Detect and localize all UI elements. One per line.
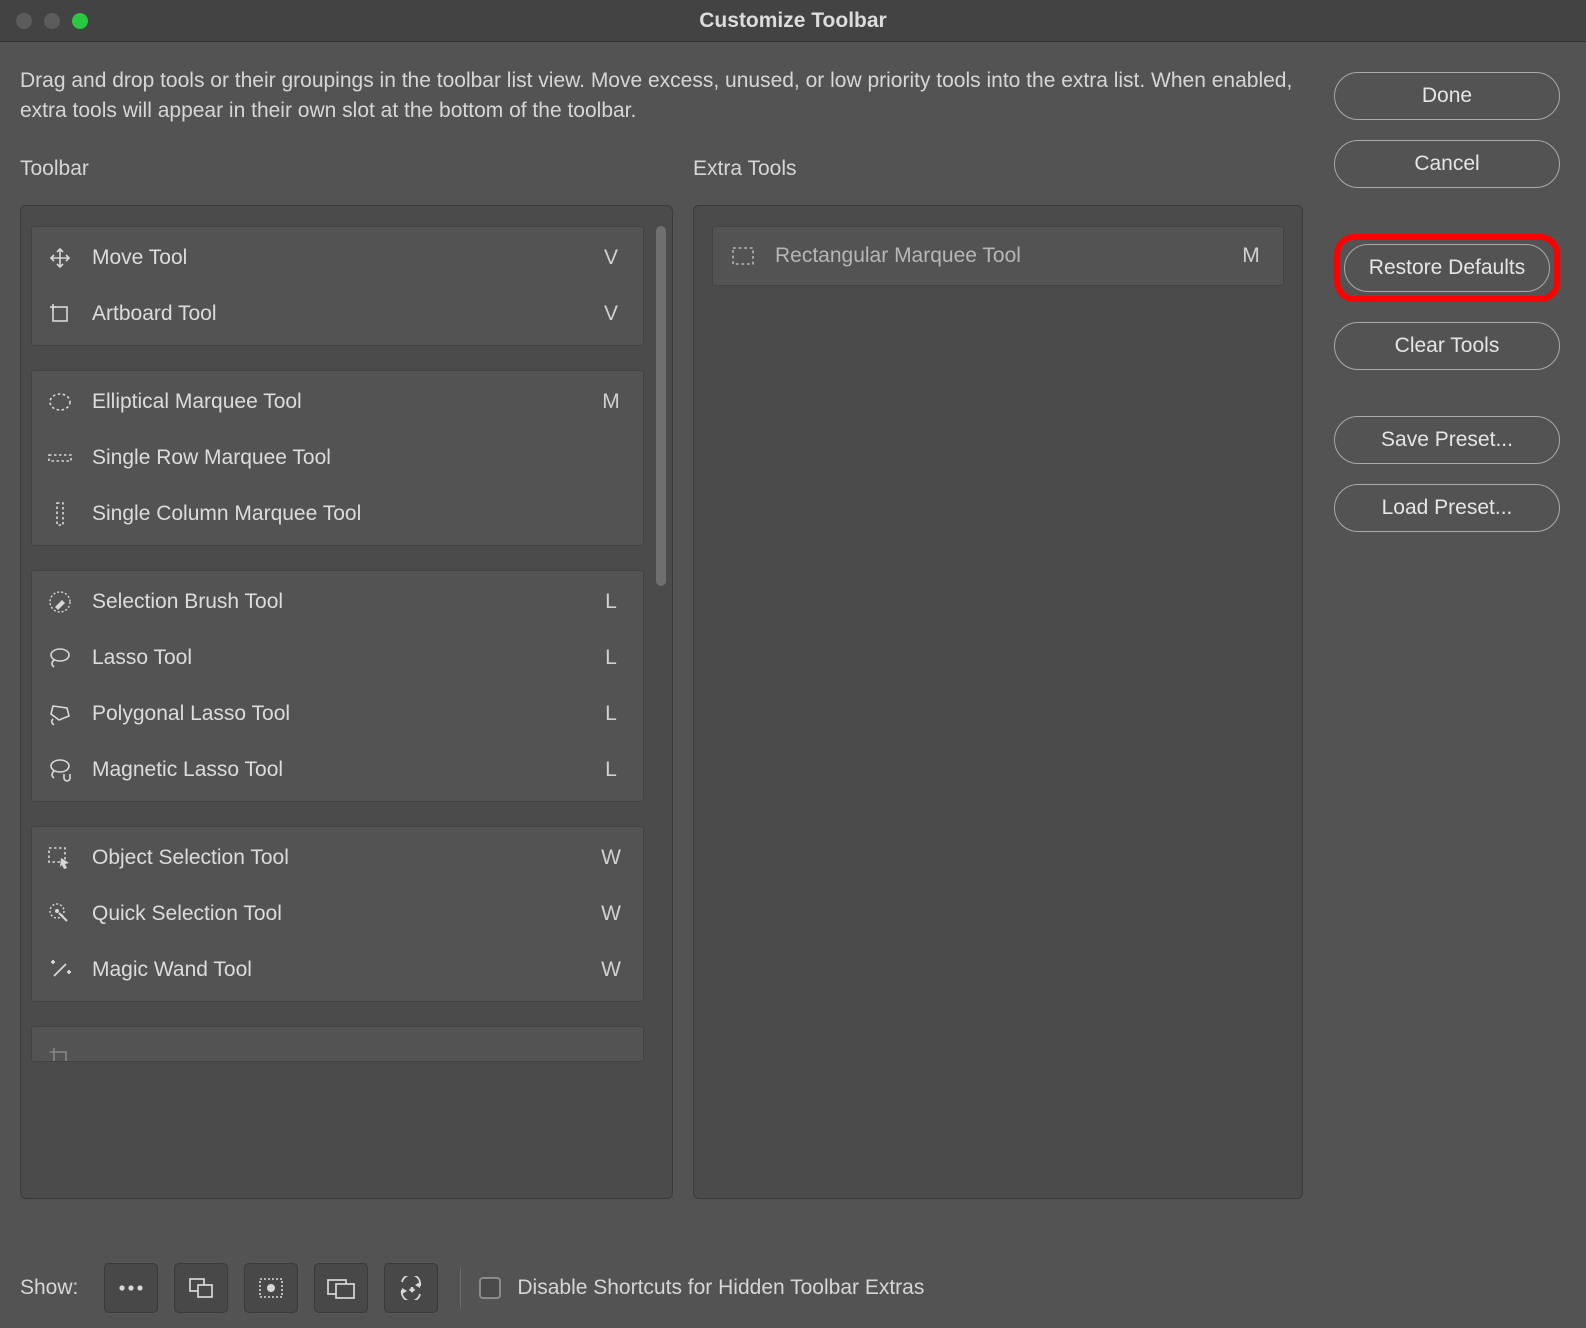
tool-shortcut: V xyxy=(597,246,625,270)
overlap-icon[interactable] xyxy=(174,1263,228,1313)
tool-shortcut: L xyxy=(597,702,625,726)
toolbar-list-scroll[interactable]: Move ToolVArtboard ToolVElliptical Marqu… xyxy=(20,205,673,1199)
tool-row[interactable]: Elliptical Marquee ToolM xyxy=(32,374,643,430)
tool-shortcut: W xyxy=(597,902,625,926)
tool-group[interactable]: Elliptical Marquee ToolM Single Row Marqu… xyxy=(31,370,644,546)
toolbar-list-inner: Move ToolVArtboard ToolVElliptical Marqu… xyxy=(31,226,644,1086)
tool-row[interactable]: Lasso ToolL xyxy=(32,630,643,686)
tool-name: Rectangular Marquee Tool xyxy=(775,244,1237,268)
window-close-button[interactable] xyxy=(16,13,32,29)
lasso-icon xyxy=(44,644,76,672)
tool-name: Selection Brush Tool xyxy=(92,590,597,614)
extra-tools-heading: Extra Tools xyxy=(693,157,1303,181)
tool-name: Polygonal Lasso Tool xyxy=(92,702,597,726)
crop-icon xyxy=(44,1044,76,1062)
tool-name: Object Selection Tool xyxy=(92,846,597,870)
tool-row[interactable]: Magnetic Lasso ToolL xyxy=(32,742,643,798)
quick-selection-icon xyxy=(44,900,76,928)
extra-tool-row[interactable]: Rectangular Marquee ToolM xyxy=(712,226,1284,286)
disable-shortcuts-checkbox[interactable] xyxy=(479,1277,501,1299)
toolbar-column: Toolbar Move ToolVArtboard ToolVElliptic… xyxy=(20,157,673,1199)
window-controls xyxy=(16,13,88,29)
tool-shortcut: L xyxy=(597,758,625,782)
description-text: Drag and drop tools or their groupings i… xyxy=(20,66,1320,127)
save-preset-button[interactable]: Save Preset... xyxy=(1334,416,1560,464)
load-preset-button[interactable]: Load Preset... xyxy=(1334,484,1560,532)
extra-tools-column: Extra Tools Rectangular Marquee ToolM xyxy=(693,157,1303,1199)
tool-shortcut: W xyxy=(597,958,625,982)
elliptical-marquee-icon xyxy=(44,388,76,416)
tool-row[interactable]: Quick Selection ToolW xyxy=(32,886,643,942)
tool-shortcut: M xyxy=(1237,244,1265,268)
tool-name: Move Tool xyxy=(92,246,597,270)
tool-group[interactable]: Object Selection ToolWQuick Selection To… xyxy=(31,826,644,1002)
tool-name: Single Row Marquee Tool xyxy=(92,446,597,470)
titlebar: Customize Toolbar xyxy=(0,0,1586,42)
tool-group[interactable] xyxy=(31,1026,644,1062)
single-column-marquee-icon xyxy=(44,500,76,528)
artboard-icon xyxy=(44,300,76,328)
tool-row[interactable]: Polygonal Lasso ToolL xyxy=(32,686,643,742)
tool-group[interactable]: Selection Brush ToolLLasso ToolLPolygona… xyxy=(31,570,644,802)
grid-icon[interactable] xyxy=(244,1263,298,1313)
cancel-button[interactable]: Cancel xyxy=(1334,140,1560,188)
tool-row[interactable]: Single Row Marquee Tool xyxy=(32,430,643,486)
tool-shortcut: L xyxy=(597,646,625,670)
extra-tools-list-inner: Rectangular Marquee ToolM xyxy=(712,226,1284,286)
done-button[interactable]: Done xyxy=(1334,72,1560,120)
scrollbar-thumb[interactable] xyxy=(656,226,666,586)
tool-name: Elliptical Marquee Tool xyxy=(92,390,597,414)
polygonal-lasso-icon xyxy=(44,700,76,728)
show-label: Show: xyxy=(20,1276,78,1300)
tool-row[interactable]: Magic Wand ToolW xyxy=(32,942,643,998)
tool-shortcut: V xyxy=(597,302,625,326)
tool-row[interactable]: Selection Brush ToolL xyxy=(32,574,643,630)
sync-icon[interactable]: + xyxy=(384,1263,438,1313)
toolbar-heading: Toolbar xyxy=(20,157,673,181)
tool-shortcut: M xyxy=(597,390,625,414)
tool-name: Magic Wand Tool xyxy=(92,958,597,982)
magic-wand-icon xyxy=(44,956,76,984)
tool-row[interactable]: Single Column Marquee Tool xyxy=(32,486,643,542)
tool-row[interactable]: Artboard ToolV xyxy=(32,286,643,342)
move-icon xyxy=(44,244,76,272)
tool-row[interactable]: Move ToolV xyxy=(32,230,643,286)
tool-group[interactable]: Move ToolVArtboard ToolV xyxy=(31,226,644,346)
tool-row[interactable] xyxy=(32,1030,643,1062)
tool-name: Lasso Tool xyxy=(92,646,597,670)
disable-shortcuts-label[interactable]: Disable Shortcuts for Hidden Toolbar Ext… xyxy=(517,1276,924,1300)
footer-divider xyxy=(460,1268,461,1308)
single-row-marquee-icon xyxy=(44,444,76,472)
extra-tools-list-scroll[interactable]: Rectangular Marquee ToolM xyxy=(693,205,1303,1199)
window-minimize-button[interactable] xyxy=(44,13,60,29)
window-title: Customize Toolbar xyxy=(0,9,1586,33)
footer: Show: + Disable Shortcuts for Hidden Too… xyxy=(0,1248,1586,1328)
tool-shortcut: L xyxy=(597,590,625,614)
tool-name: Magnetic Lasso Tool xyxy=(92,758,597,782)
clear-tools-button[interactable]: Clear Tools xyxy=(1334,322,1560,370)
object-selection-icon xyxy=(44,844,76,872)
tool-name: Quick Selection Tool xyxy=(92,902,597,926)
svg-text:+: + xyxy=(410,1287,414,1294)
restore-defaults-highlight: Restore Defaults xyxy=(1334,234,1560,302)
window-maximize-button[interactable] xyxy=(72,13,88,29)
tool-row[interactable]: Object Selection ToolW xyxy=(32,830,643,886)
frame-icon[interactable] xyxy=(314,1263,368,1313)
three-dots-icon[interactable] xyxy=(104,1263,158,1313)
rectangular-marquee-icon xyxy=(727,242,759,270)
tool-shortcut: W xyxy=(597,846,625,870)
side-buttons: Done Cancel Restore Defaults Clear Tools… xyxy=(1334,72,1560,532)
restore-defaults-button[interactable]: Restore Defaults xyxy=(1344,244,1550,292)
tool-name: Artboard Tool xyxy=(92,302,597,326)
tool-name: Single Column Marquee Tool xyxy=(92,502,597,526)
magnetic-lasso-icon xyxy=(44,756,76,784)
selection-brush-icon xyxy=(44,588,76,616)
